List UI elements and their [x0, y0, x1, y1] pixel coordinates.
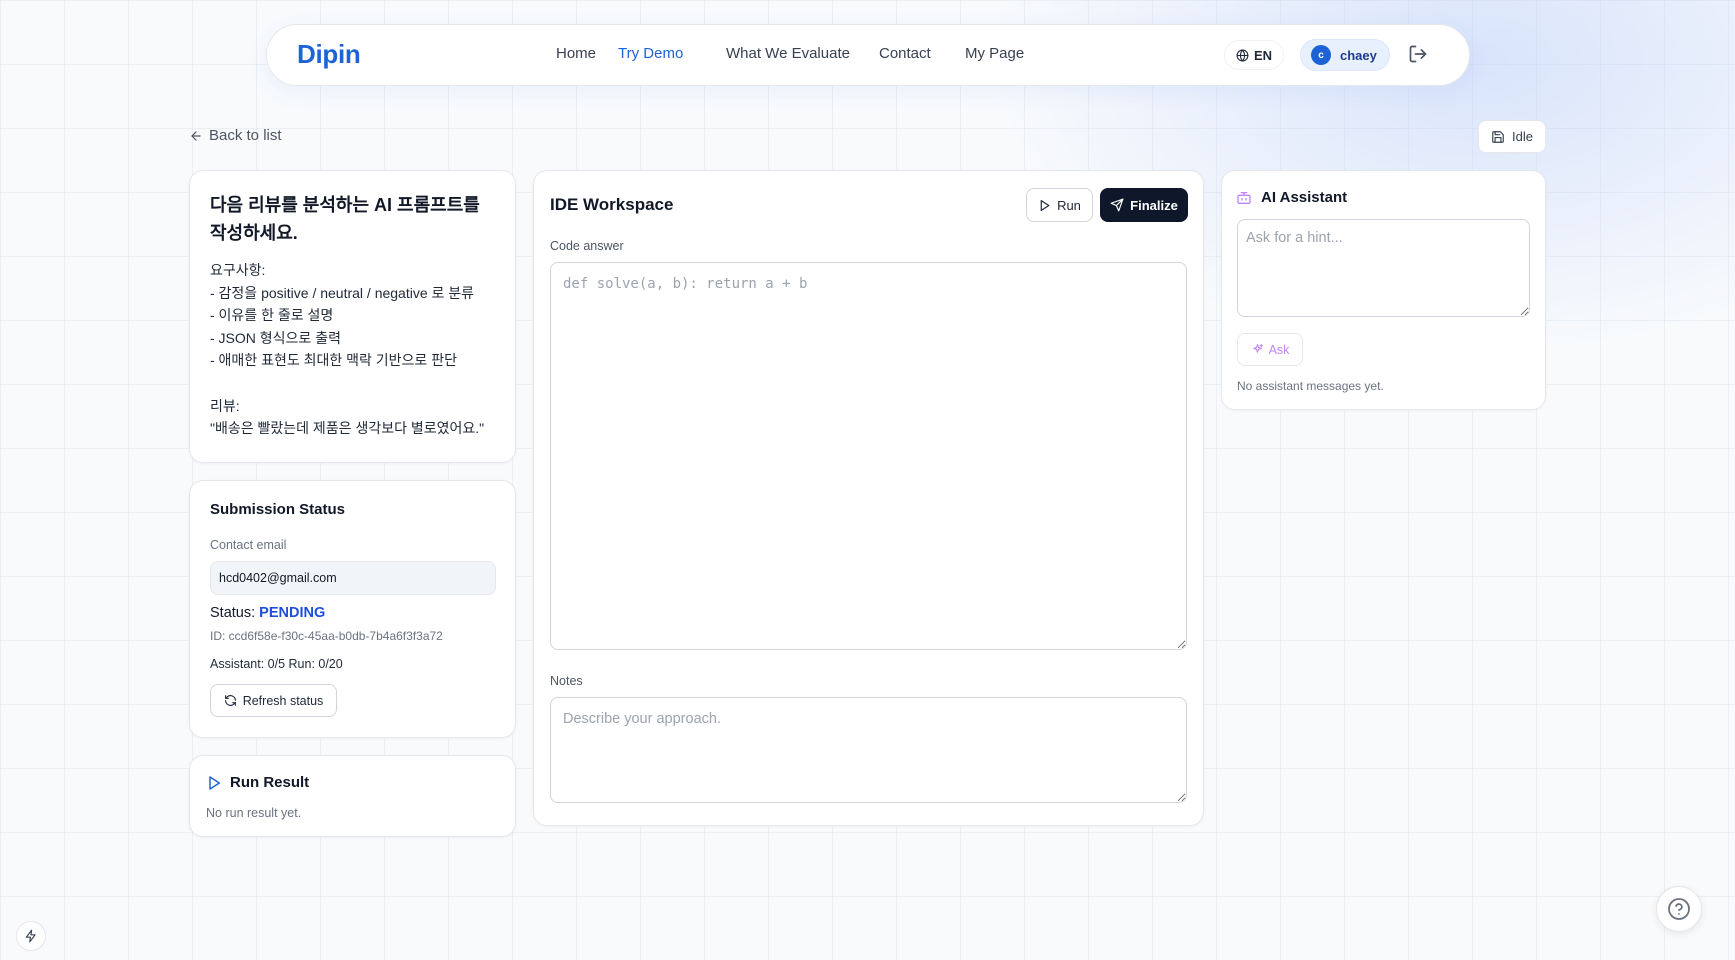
usage-counts: Assistant: 0/5 Run: 0/20 [210, 657, 343, 671]
language-switch[interactable]: EN [1224, 40, 1284, 70]
contact-email-label: Contact email [210, 538, 287, 552]
finalize-button[interactable]: Finalize [1100, 188, 1188, 222]
ask-button[interactable]: Ask [1237, 333, 1303, 366]
refresh-status-button[interactable]: Refresh status [210, 684, 337, 717]
back-to-list-link[interactable]: Back to list [189, 127, 282, 144]
user-name: chaey [1340, 47, 1377, 63]
language-label: EN [1253, 47, 1273, 63]
nav-link-contact[interactable]: Contact [879, 45, 931, 62]
notes-input[interactable] [550, 697, 1187, 803]
code-answer-label: Code answer [550, 239, 624, 253]
quick-action-button[interactable] [16, 921, 46, 951]
ide-workspace-card: IDE Workspace Run Finalize Code answer N… [533, 170, 1204, 826]
save-state-indicator[interactable]: Idle [1478, 120, 1546, 153]
help-circle-icon [1667, 897, 1691, 921]
submission-status-card: Submission Status Contact email Status: … [189, 480, 516, 738]
top-navbar: Dipin Home Try Demo What We Evaluate Con… [266, 24, 1470, 86]
avatar: c [1311, 45, 1331, 65]
play-icon [206, 775, 222, 791]
run-button[interactable]: Run [1026, 188, 1093, 222]
run-result-card: Run Result No run result yet. [189, 755, 516, 837]
refresh-icon [224, 694, 237, 707]
user-menu[interactable]: c chaey [1300, 39, 1390, 71]
run-result-title-row: Run Result [206, 774, 309, 791]
ai-assistant-card: AI Assistant Ask No assistant messages y… [1221, 170, 1546, 410]
status-badge: PENDING [259, 605, 326, 621]
help-button[interactable] [1656, 886, 1702, 932]
logout-button[interactable] [1408, 44, 1430, 66]
save-icon [1491, 130, 1505, 144]
submission-status-title: Submission Status [210, 501, 346, 518]
status-label: Status: [210, 605, 256, 621]
problem-title: 다음 리뷰를 분석하는 AI 프롬프트를 작성하세요. [210, 195, 480, 243]
ask-button-label: Ask [1268, 342, 1290, 357]
run-result-title: Run Result [230, 774, 310, 791]
bot-icon [1236, 190, 1252, 206]
send-icon [1110, 198, 1124, 212]
hint-input[interactable] [1237, 219, 1530, 317]
run-result-empty: No run result yet. [206, 806, 302, 820]
ai-assistant-title: AI Assistant [1261, 189, 1348, 206]
assistant-empty-state: No assistant messages yet. [1237, 379, 1384, 393]
play-icon [1038, 199, 1051, 212]
logout-icon [1408, 44, 1430, 64]
nav-link-home[interactable]: Home [556, 45, 596, 62]
nav-link-my-page[interactable]: My Page [965, 45, 1024, 62]
refresh-status-label: Refresh status [242, 693, 324, 708]
status-line: Status: PENDING [210, 605, 325, 621]
problem-card: 다음 리뷰를 분석하는 AI 프롬프트를 작성하세요. 요구사항: - 감정을 … [189, 170, 516, 463]
brand-logo[interactable]: Dipin [297, 39, 361, 70]
globe-icon [1236, 48, 1249, 62]
submission-id: ID: ccd6f58e-f30c-45aa-b0db-7b4a6f3f3a72 [210, 629, 443, 643]
bolt-icon [24, 929, 38, 943]
ide-workspace-title: IDE Workspace [550, 195, 674, 214]
arrow-left-icon [189, 129, 203, 143]
nav-link-what-we-evaluate[interactable]: What We Evaluate [726, 45, 850, 62]
save-state-label: Idle [1512, 129, 1533, 144]
problem-description: 요구사항: - 감정을 positive / neutral / negativ… [210, 262, 485, 437]
run-button-label: Run [1057, 197, 1081, 213]
nav-link-try-demo[interactable]: Try Demo [618, 45, 683, 62]
sparkles-icon [1251, 343, 1264, 356]
ai-assistant-title-row: AI Assistant [1236, 189, 1347, 206]
code-answer-input[interactable] [550, 262, 1187, 650]
finalize-button-label: Finalize [1130, 197, 1178, 213]
back-to-list-label: Back to list [209, 127, 282, 144]
notes-label: Notes [550, 674, 583, 688]
contact-email-field[interactable] [210, 561, 496, 595]
